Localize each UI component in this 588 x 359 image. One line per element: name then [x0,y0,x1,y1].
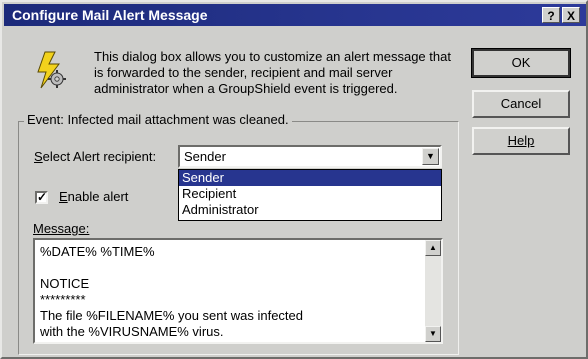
enable-alert-label[interactable]: Enable alert [59,189,128,204]
description-text: This dialog box allows you to customize … [94,49,451,96]
message-label: Message: [33,221,89,236]
dropdown-option-sender[interactable]: Sender [179,170,441,186]
message-scrollbar[interactable]: ▲ ▼ [425,240,441,342]
enable-alert-label-text: nable alert [67,189,129,204]
dropdown-option-administrator[interactable]: Administrator [179,202,441,218]
message-text[interactable]: %DATE% %TIME% NOTICE ********* The file … [40,244,420,340]
alert-recipient-label: Select Alert recipient: [34,149,156,164]
help-button[interactable]: Help [472,127,570,155]
scroll-up-icon[interactable]: ▲ [425,240,441,256]
scroll-down-icon[interactable]: ▼ [425,326,441,342]
ok-button[interactable]: OK [471,48,571,78]
event-group-label: Event: Infected mail attachment was clea… [24,112,292,127]
lightning-gear-icon [37,51,66,89]
enable-alert-label-accesskey: E [59,189,68,204]
message-textarea[interactable]: %DATE% %TIME% NOTICE ********* The file … [33,238,443,344]
chevron-down-icon[interactable]: ▼ [422,148,439,165]
window-title: Configure Mail Alert Message [12,7,208,23]
alert-recipient-label-accesskey: S [34,149,43,164]
alert-recipient-label-text: elect Alert recipient: [42,149,157,164]
cancel-button[interactable]: Cancel [472,90,570,118]
dialog-window: Configure Mail Alert Message ? X This di… [0,0,588,359]
alert-recipient-dropdown-list[interactable]: Sender Recipient Administrator [178,169,442,221]
title-bar[interactable]: Configure Mail Alert Message ? X [4,4,586,26]
close-button[interactable]: X [562,7,580,23]
message-label-text: Message: [33,221,90,236]
alert-recipient-value: Sender [184,149,226,164]
dropdown-option-recipient[interactable]: Recipient [179,186,441,202]
help-title-button[interactable]: ? [542,7,560,23]
enable-alert-checkbox[interactable]: ✓ [35,191,48,204]
alert-recipient-select[interactable]: Sender ▼ [178,145,442,168]
